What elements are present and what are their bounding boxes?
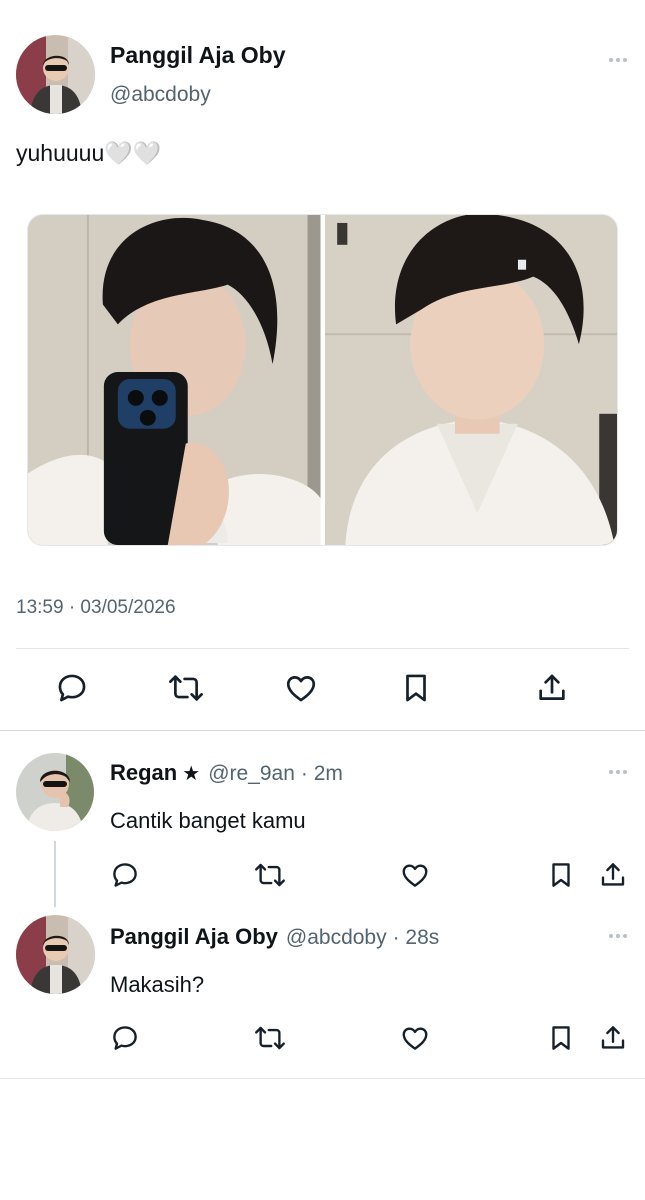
more-options-icon[interactable] — [609, 58, 627, 62]
reply-icon — [113, 863, 137, 887]
like-icon — [402, 1027, 428, 1050]
like-button[interactable] — [398, 858, 432, 892]
reply-time[interactable]: · 2m — [301, 762, 343, 786]
bookmark-icon — [406, 674, 426, 702]
tweet-media — [27, 214, 618, 546]
reply-text: Makasih? — [110, 972, 205, 997]
retweet-button[interactable] — [251, 1021, 289, 1055]
reply-time[interactable]: · 28s — [393, 926, 440, 950]
bottom-divider — [0, 1078, 645, 1079]
share-button[interactable] — [596, 858, 630, 892]
bookmark-button[interactable] — [394, 668, 438, 708]
reply-button[interactable] — [50, 668, 94, 708]
bookmark-icon — [552, 863, 570, 887]
share-button[interactable] — [596, 1021, 630, 1055]
star-badge: ★ — [182, 763, 201, 785]
more-options-icon[interactable] — [609, 770, 627, 774]
share-button[interactable] — [530, 668, 574, 708]
author-name[interactable]: Panggil Aja Oby — [110, 42, 286, 69]
bookmark-icon — [552, 1026, 570, 1050]
reply-text: Cantik banget kamu — [110, 808, 306, 833]
more-options-icon[interactable] — [609, 934, 627, 938]
like-button[interactable] — [279, 668, 323, 708]
reply-avatar[interactable] — [16, 753, 94, 831]
retweet-button[interactable] — [251, 858, 289, 892]
retweet-button[interactable] — [164, 668, 208, 708]
reply-avatar[interactable] — [16, 915, 95, 994]
like-icon — [402, 864, 428, 887]
reply-author-name[interactable]: Regan — [110, 760, 177, 786]
reply-header: Panggil Aja Oby @abcdoby · 28s — [110, 924, 439, 950]
divider — [16, 648, 629, 649]
reply-author-name[interactable]: Panggil Aja Oby — [110, 924, 278, 950]
bookmark-button[interactable] — [544, 1021, 578, 1055]
section-divider — [0, 730, 645, 731]
reply-author-handle[interactable]: @re_9an — [208, 762, 295, 786]
tweet-timestamp[interactable]: 13:59 · 03/05/2026 — [16, 597, 176, 619]
media-photo-1[interactable] — [28, 215, 321, 545]
retweet-icon — [169, 675, 203, 701]
reply-button[interactable] — [108, 1021, 142, 1055]
bookmark-button[interactable] — [544, 858, 578, 892]
author-handle[interactable]: @abcdoby — [110, 83, 211, 107]
media-photo-2[interactable] — [324, 215, 617, 545]
reply-author-handle[interactable]: @abcdoby — [286, 926, 387, 950]
tweet-text: yuhuuuu🤍🤍 — [16, 140, 162, 166]
reply-header: Regan ★ @re_9an · 2m — [110, 760, 343, 786]
retweet-icon — [255, 863, 285, 887]
thread-line — [54, 841, 56, 907]
like-button[interactable] — [398, 1021, 432, 1055]
like-icon — [286, 676, 316, 702]
share-icon — [601, 1026, 625, 1049]
share-icon — [539, 674, 565, 700]
avatar[interactable] — [16, 35, 95, 114]
retweet-icon — [255, 1026, 285, 1050]
share-icon — [601, 863, 625, 886]
reply-button[interactable] — [108, 858, 142, 892]
reply-icon — [58, 674, 86, 702]
reply-icon — [113, 1026, 137, 1050]
